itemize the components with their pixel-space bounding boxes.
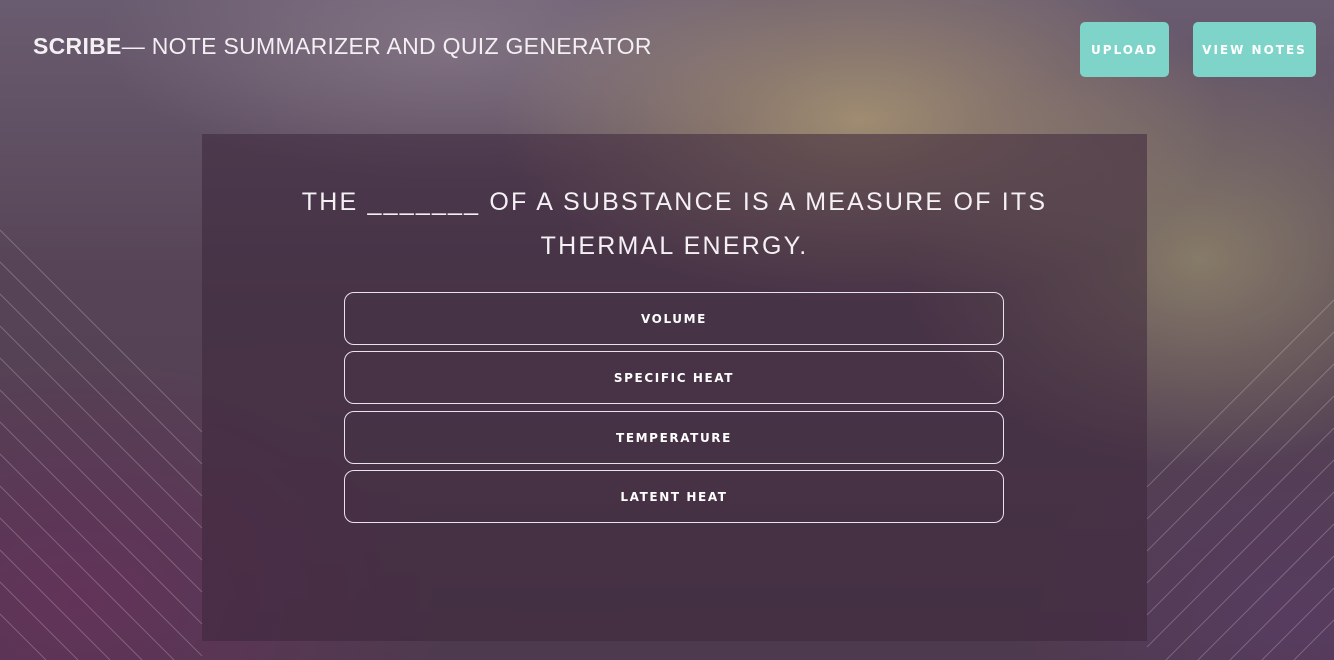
- quiz-question: THE _______ OF A SUBSTANCE IS A MEASURE …: [301, 188, 1048, 260]
- answer-option-volume[interactable]: VOLUME: [344, 292, 1004, 345]
- answer-option-temperature[interactable]: TEMPERATURE: [344, 411, 1004, 464]
- app-title: SCRIBE— NOTE SUMMARIZER AND QUIZ GENERAT…: [33, 33, 652, 60]
- brand-tagline: — NOTE SUMMARIZER AND QUIZ GENERATOR: [121, 33, 652, 59]
- brand-name: SCRIBE: [33, 33, 122, 59]
- view-notes-button[interactable]: VIEW NOTES: [1193, 22, 1316, 77]
- answer-option-specific-heat[interactable]: SPECIFIC HEAT: [344, 351, 1004, 404]
- quiz-panel: THE _______ OF A SUBSTANCE IS A MEASURE …: [202, 134, 1147, 641]
- upload-button[interactable]: UPLOAD: [1080, 22, 1169, 77]
- answer-option-latent-heat[interactable]: LATENT HEAT: [344, 470, 1004, 523]
